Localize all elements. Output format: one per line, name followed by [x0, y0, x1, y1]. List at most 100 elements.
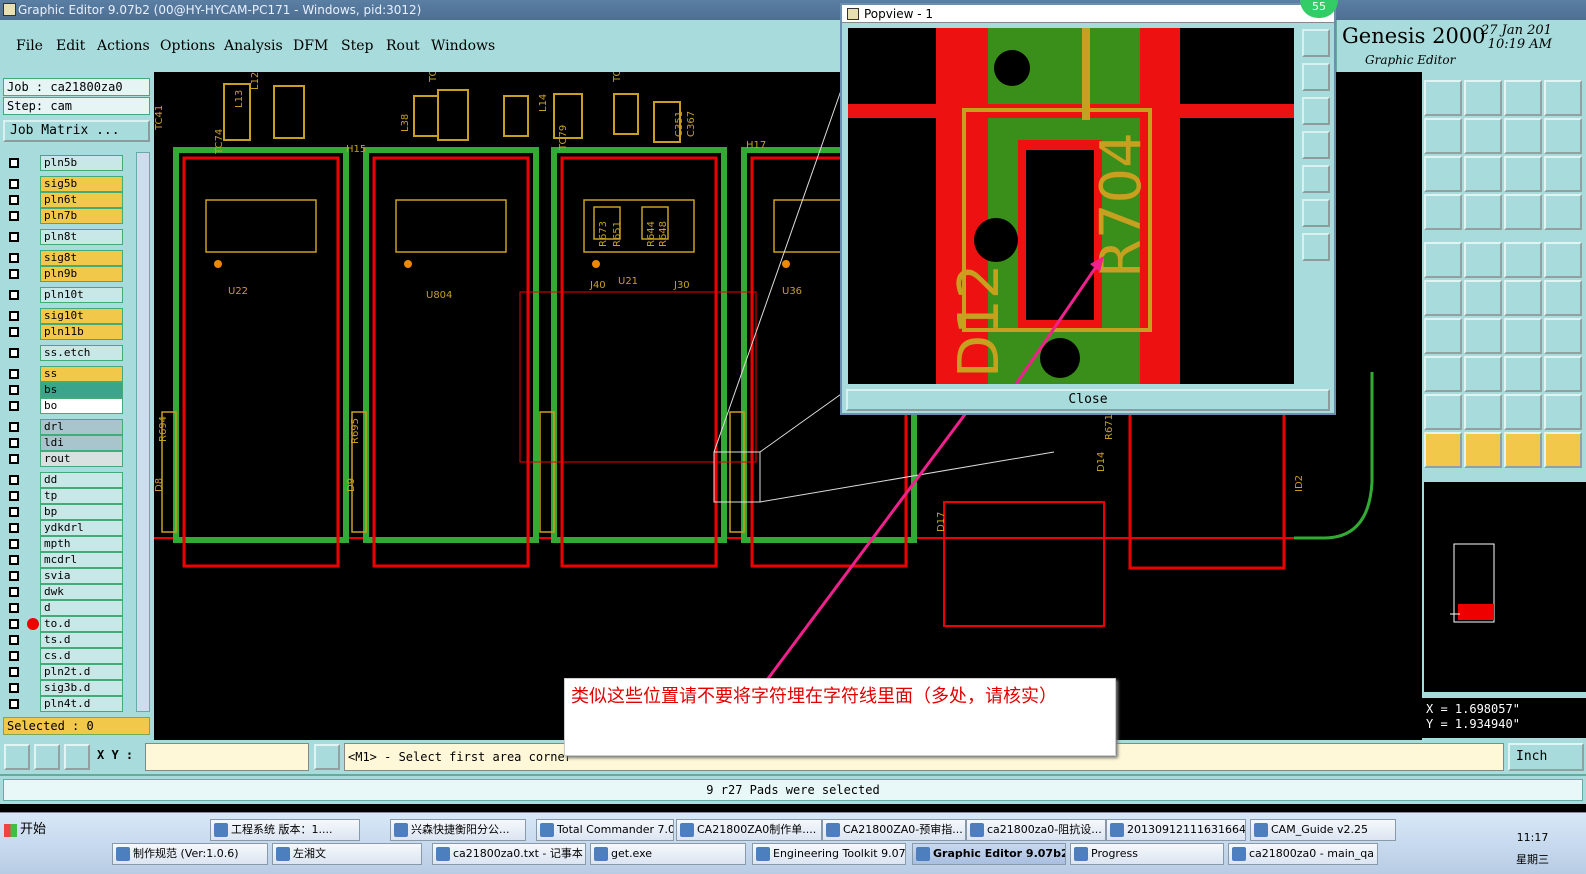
- popview-zoom-in-button[interactable]: [1302, 63, 1330, 91]
- layer-name[interactable]: pln11b: [40, 324, 123, 340]
- layer-name[interactable]: pln6t: [40, 192, 123, 208]
- alert-button[interactable]: [314, 744, 340, 770]
- layer-row[interactable]: pln2t.d: [3, 664, 123, 680]
- layer-checkbox[interactable]: [9, 454, 19, 464]
- popview-pan-left-button[interactable]: [1302, 131, 1330, 159]
- popview-canvas[interactable]: D12 R704: [848, 28, 1294, 384]
- tool-button[interactable]: [1544, 156, 1582, 192]
- layer-row[interactable]: ts.d: [3, 632, 123, 648]
- tool-button[interactable]: [1424, 356, 1462, 392]
- popview-pan-right-button[interactable]: [1302, 165, 1330, 193]
- tool-button[interactable]: [1544, 118, 1582, 154]
- taskbar-button[interactable]: Engineering Toolkit 9.07...: [752, 843, 906, 865]
- menu-actions[interactable]: Actions: [97, 38, 150, 54]
- layer-name[interactable]: drl: [40, 419, 123, 435]
- layer-row[interactable]: pln5b: [3, 155, 123, 171]
- tool-button[interactable]: [1504, 194, 1542, 230]
- layer-row[interactable]: ss: [3, 366, 123, 382]
- layer-row[interactable]: bs: [3, 382, 123, 398]
- start-button[interactable]: 开始: [2, 819, 46, 841]
- tool-button[interactable]: [1504, 280, 1542, 316]
- layer-list-scrollbar[interactable]: [136, 152, 150, 712]
- taskbar-button[interactable]: 兴森快捷衡阳分公...: [390, 819, 526, 841]
- layer-name[interactable]: pln4t.d: [40, 696, 123, 712]
- layer-checkbox[interactable]: [9, 422, 19, 432]
- menu-analysis[interactable]: Analysis: [224, 38, 283, 54]
- layer-name[interactable]: ydkdrl: [40, 520, 123, 536]
- layer-row[interactable]: mcdrl: [3, 552, 123, 568]
- layer-checkbox[interactable]: [9, 327, 19, 337]
- layer-name[interactable]: rout: [40, 451, 123, 467]
- layer-row[interactable]: dwk: [3, 584, 123, 600]
- popview-center-button[interactable]: [1302, 233, 1330, 261]
- tool-button[interactable]: [1424, 156, 1462, 192]
- layer-name[interactable]: bo: [40, 398, 123, 414]
- popview-zoom-out-button[interactable]: [1302, 97, 1330, 125]
- tool-button[interactable]: [1424, 80, 1462, 116]
- tool-button[interactable]: [1424, 432, 1462, 468]
- layer-name[interactable]: sig3b.d: [40, 680, 123, 696]
- popview-home-button[interactable]: [1302, 199, 1330, 227]
- layer-name[interactable]: tp: [40, 488, 123, 504]
- tool-button[interactable]: [1544, 280, 1582, 316]
- taskbar-button[interactable]: ca21800za0.txt - 记事本: [432, 843, 586, 865]
- layer-name[interactable]: ss.etch: [40, 345, 123, 361]
- layer-row[interactable]: ldi: [3, 435, 123, 451]
- layer-checkbox[interactable]: [9, 699, 19, 709]
- layer-checkbox[interactable]: [9, 491, 19, 501]
- menu-step[interactable]: Step: [341, 38, 373, 54]
- taskbar-button[interactable]: ca21800za0-阻抗设...: [966, 819, 1106, 841]
- layer-checkbox[interactable]: [9, 635, 19, 645]
- layer-name[interactable]: dwk: [40, 584, 123, 600]
- menu-file[interactable]: File: [16, 38, 43, 54]
- layer-row[interactable]: sig5b: [3, 176, 123, 192]
- layer-row[interactable]: rout: [3, 451, 123, 467]
- taskbar-button[interactable]: 工程系统 版本：1....: [210, 819, 360, 841]
- unit-selector[interactable]: Inch: [1508, 743, 1584, 771]
- layer-name[interactable]: bp: [40, 504, 123, 520]
- layer-name[interactable]: mpth: [40, 536, 123, 552]
- tool-button[interactable]: [1464, 118, 1502, 154]
- tool-button[interactable]: [1464, 356, 1502, 392]
- layer-name[interactable]: to.d: [40, 616, 123, 632]
- tool-button[interactable]: [1424, 394, 1462, 430]
- tool-button[interactable]: [1504, 318, 1542, 354]
- tool-button[interactable]: [1424, 194, 1462, 230]
- layer-name[interactable]: bs: [40, 382, 123, 398]
- taskbar-button[interactable]: 制作规范 (Ver:1.0.6): [112, 843, 268, 865]
- tool-button[interactable]: [1544, 242, 1582, 278]
- tool-button[interactable]: [1504, 394, 1542, 430]
- layer-row[interactable]: tp: [3, 488, 123, 504]
- layer-row[interactable]: pln4t.d: [3, 696, 123, 712]
- layer-checkbox[interactable]: [9, 179, 19, 189]
- layer-checkbox[interactable]: [9, 369, 19, 379]
- taskbar-button[interactable]: CAM_Guide v2.25: [1250, 819, 1396, 841]
- layer-checkbox[interactable]: [9, 507, 19, 517]
- layer-checkbox[interactable]: [9, 348, 19, 358]
- layer-checkbox[interactable]: [9, 475, 19, 485]
- tool-button[interactable]: [1424, 118, 1462, 154]
- layer-name[interactable]: sig8t: [40, 250, 123, 266]
- tool-button[interactable]: [1504, 242, 1542, 278]
- taskbar-button[interactable]: 20130912111631664...: [1106, 819, 1246, 841]
- layer-name[interactable]: pln7b: [40, 208, 123, 224]
- tool-button[interactable]: [1464, 394, 1502, 430]
- layer-row[interactable]: bo: [3, 398, 123, 414]
- overview-map[interactable]: [1424, 482, 1586, 692]
- layer-checkbox[interactable]: [9, 195, 19, 205]
- tool-button[interactable]: [1504, 156, 1542, 192]
- layer-checkbox[interactable]: [9, 401, 19, 411]
- job-matrix-button[interactable]: Job Matrix ...: [3, 120, 150, 142]
- layer-name[interactable]: pln8t: [40, 229, 123, 245]
- layer-checkbox[interactable]: [9, 385, 19, 395]
- layer-name[interactable]: cs.d: [40, 648, 123, 664]
- layer-checkbox[interactable]: [9, 438, 19, 448]
- layer-checkbox[interactable]: [9, 651, 19, 661]
- layer-row[interactable]: cs.d: [3, 648, 123, 664]
- layer-name[interactable]: ts.d: [40, 632, 123, 648]
- layer-checkbox[interactable]: [9, 603, 19, 613]
- system-clock[interactable]: 11:17 星期三: [1516, 827, 1549, 871]
- layer-row[interactable]: d: [3, 600, 123, 616]
- grid-button[interactable]: [64, 744, 90, 770]
- layer-name[interactable]: pln5b: [40, 155, 123, 171]
